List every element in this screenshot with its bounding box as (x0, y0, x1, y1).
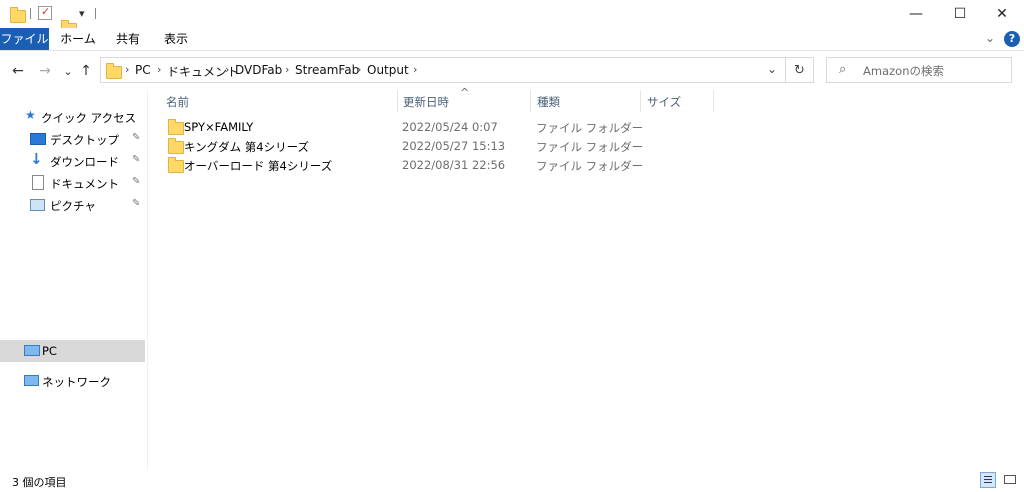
column-header-date[interactable]: 更新日時 (403, 94, 449, 110)
breadcrumb-dvdfab[interactable]: DVDFab (235, 63, 282, 77)
nav-label: ネットワーク (42, 375, 111, 389)
nav-label: ピクチャ (50, 199, 96, 213)
navigation-row: ← → ⌄ ↑ › PC › ドキュメント › DVDFab › StreamF… (0, 52, 1024, 90)
file-date: 2022/05/24 0:07 (402, 120, 498, 134)
pin-icon[interactable]: ✎ (132, 154, 140, 165)
breadcrumb-separator[interactable]: › (357, 63, 361, 76)
file-type: ファイル フォルダー (536, 121, 644, 135)
folder-icon (168, 119, 184, 135)
tab-home[interactable]: ホーム (57, 28, 99, 50)
nav-item-downloads[interactable]: ↓ ダウンロード ✎ (0, 150, 145, 172)
folder-icon (168, 157, 184, 173)
close-button[interactable]: ✕ (980, 0, 1024, 28)
picture-icon (30, 199, 45, 211)
status-bar: 3 個の項目 (0, 470, 1024, 492)
search-placeholder: Amazonの検索 (863, 64, 944, 78)
large-icons-view-button[interactable] (1002, 472, 1018, 488)
back-button[interactable]: ← (8, 62, 28, 80)
pin-icon[interactable]: ✎ (132, 132, 140, 143)
column-divider[interactable] (530, 90, 531, 112)
maximize-button[interactable]: ☐ (938, 0, 982, 28)
pin-icon[interactable]: ✎ (132, 176, 140, 187)
folder-icon (106, 63, 122, 79)
tab-view[interactable]: 表示 (156, 28, 196, 50)
refresh-button[interactable]: ↻ (786, 57, 814, 83)
pin-icon[interactable]: ✎ (132, 198, 140, 209)
search-input[interactable]: ⌕ Amazonの検索 (826, 57, 1012, 83)
nav-label: デスクトップ (50, 133, 119, 147)
nav-item-network[interactable]: ネットワーク (0, 370, 145, 392)
recent-locations-button[interactable]: ⌄ (58, 62, 78, 80)
nav-label: PC (42, 344, 57, 358)
title-bar: ✓ ▾ — ☐ ✕ (0, 0, 1024, 36)
address-bar[interactable]: › PC › ドキュメント › DVDFab › StreamFab › Out… (100, 57, 786, 83)
network-icon (24, 375, 39, 386)
separator (30, 8, 31, 19)
navigation-pane: ★ クイック アクセス デスクトップ ✎ ↓ ダウンロード ✎ ドキュメント ✎… (0, 90, 148, 470)
file-type: ファイル フォルダー (536, 159, 644, 173)
breadcrumb-separator[interactable]: › (157, 63, 161, 76)
file-date: 2022/08/31 22:56 (402, 158, 506, 172)
sort-ascending-icon: ^ (460, 86, 470, 99)
document-icon (32, 175, 44, 190)
nav-item-documents[interactable]: ドキュメント ✎ (0, 172, 145, 194)
download-icon: ↓ (30, 150, 43, 168)
nav-label: ドキュメント (50, 177, 119, 191)
breadcrumb-separator[interactable]: › (413, 63, 417, 76)
column-divider[interactable] (397, 90, 398, 112)
nav-label: クイック アクセス (41, 111, 137, 125)
desktop-icon (30, 133, 46, 145)
column-header-name[interactable]: 名前 (166, 94, 189, 110)
file-row[interactable]: キングダム 第4シリーズ 2022/05/27 15:13 ファイル フォルダー (160, 137, 720, 156)
file-date: 2022/05/27 15:13 (402, 139, 506, 153)
help-icon[interactable]: ? (1004, 31, 1020, 47)
tab-share[interactable]: 共有 (108, 28, 148, 50)
forward-button[interactable]: → (35, 62, 55, 80)
expand-ribbon-icon[interactable]: ⌄ (985, 31, 995, 45)
column-divider[interactable] (640, 90, 641, 112)
breadcrumb-separator[interactable]: › (225, 63, 229, 76)
address-dropdown-icon[interactable]: ⌄ (767, 62, 777, 76)
file-name: キングダム 第4シリーズ (184, 140, 310, 154)
folder-icon (168, 138, 184, 154)
file-name: SPY×FAMILY (184, 120, 254, 134)
breadcrumb-separator[interactable]: › (285, 63, 289, 76)
folder-icon (10, 7, 26, 23)
file-row[interactable]: オーバーロード 第4シリーズ 2022/08/31 22:56 ファイル フォル… (160, 156, 720, 175)
search-icon: ⌕ (839, 62, 847, 77)
column-header-size[interactable]: サイズ (647, 94, 681, 110)
breadcrumb-pc[interactable]: PC (135, 63, 151, 77)
nav-label: ダウンロード (50, 155, 119, 169)
minimize-button[interactable]: — (894, 0, 938, 28)
breadcrumb-separator[interactable]: › (125, 63, 129, 76)
pc-icon (24, 345, 40, 356)
up-button[interactable]: ↑ (76, 62, 96, 80)
nav-item-pc[interactable]: PC (0, 340, 145, 362)
file-row[interactable]: SPY×FAMILY 2022/05/24 0:07 ファイル フォルダー (160, 118, 720, 137)
breadcrumb-output[interactable]: Output (367, 63, 409, 77)
breadcrumb-streamfab[interactable]: StreamFab (295, 63, 359, 77)
file-name: オーバーロード 第4シリーズ (184, 159, 333, 173)
customize-quick-access-icon[interactable]: ▾ (79, 7, 85, 20)
star-icon: ★ (25, 108, 36, 122)
item-count: 3 個の項目 (12, 476, 67, 489)
separator (95, 8, 96, 19)
details-view-button[interactable] (980, 472, 996, 488)
nav-quick-access[interactable]: ★ クイック アクセス (0, 106, 145, 128)
nav-item-pictures[interactable]: ピクチャ ✎ (0, 194, 145, 216)
file-type: ファイル フォルダー (536, 140, 644, 154)
nav-item-desktop[interactable]: デスクトップ ✎ (0, 128, 145, 150)
column-divider[interactable] (713, 90, 714, 112)
column-header-type[interactable]: 種類 (537, 94, 560, 110)
properties-icon[interactable]: ✓ (38, 5, 52, 20)
tab-file[interactable]: ファイル (0, 28, 49, 50)
ribbon-tabs: ファイル ホーム 共有 表示 ⌄ ? (0, 28, 1024, 51)
